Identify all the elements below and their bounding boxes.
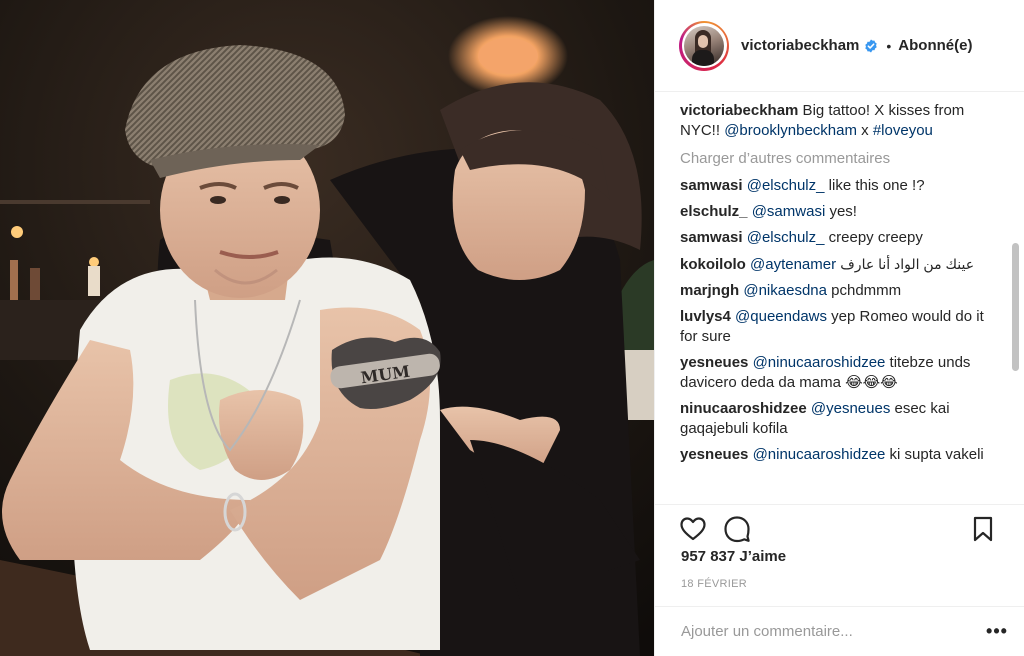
avatar[interactable] (679, 20, 729, 71)
comment-text: pchdmmm (826, 282, 902, 299)
post-actions-bar (655, 504, 1024, 550)
post-header: victoriabeckham • Abonné(e) (655, 0, 1024, 92)
more-options-button[interactable]: ••• (975, 610, 1019, 654)
comment-mention[interactable]: @queendaws (735, 308, 827, 325)
comment-username[interactable]: elschulz_ (680, 203, 748, 220)
comments-scrollbar[interactable] (1012, 243, 1019, 371)
header-username[interactable]: victoriabeckham (741, 37, 859, 54)
comment-username[interactable]: marjngh (680, 282, 739, 299)
post-date[interactable]: 18 FÉVRIER (681, 578, 747, 590)
heart-icon (680, 517, 706, 541)
comment-username[interactable]: luvlys4 (680, 308, 731, 325)
comment-username[interactable]: samwasi (680, 229, 743, 246)
comment-text: ki supta vakeli (885, 446, 984, 463)
comment-item: samwasi @elschulz_ creepy creepy (680, 228, 989, 248)
comment-item: samwasi @elschulz_ like this one !? (680, 176, 989, 196)
comment-username[interactable]: ninucaaroshidzee (680, 400, 807, 417)
comment-mention[interactable]: @aytenamer (750, 256, 836, 273)
post-caption: victoriabeckham Big tattoo! X kisses fro… (680, 101, 989, 141)
header-separator: • (886, 37, 892, 54)
comment-mention[interactable]: @elschulz_ (747, 177, 825, 194)
bookmark-icon (973, 516, 993, 542)
comment-mention[interactable]: @samwasi (752, 203, 826, 220)
post-photo[interactable]: MUM (0, 0, 654, 656)
comment-input[interactable] (681, 623, 975, 640)
comment-text: like this one !? (824, 177, 925, 194)
caption-mention[interactable]: @brooklynbeckham (724, 122, 857, 139)
comment-item: kokoilolo @aytenamer عينك من الواد أنا ع… (680, 254, 989, 275)
comment-username[interactable]: yesneues (680, 446, 748, 463)
comment-item: yesneues @ninucaaroshidzee titebze unds … (680, 353, 989, 393)
comment-item: yesneues @ninucaaroshidzee ki supta vake… (680, 445, 989, 465)
likes-count[interactable]: 957 837 J’aime (681, 548, 786, 565)
comment-username[interactable]: yesneues (680, 354, 748, 371)
avatar-image (684, 25, 724, 66)
comment-item: luvlys4 @queendaws yep Romeo would do it… (680, 307, 989, 347)
comment-mention[interactable]: @elschulz_ (747, 229, 825, 246)
caption-username[interactable]: victoriabeckham (680, 102, 798, 119)
comment-username[interactable]: kokoilolo (680, 256, 746, 273)
verified-badge-icon (864, 39, 878, 53)
comment-mention[interactable]: @ninucaaroshidzee (753, 354, 886, 371)
comment-mention[interactable]: @nikaesdna (743, 282, 827, 299)
like-button[interactable] (679, 515, 707, 543)
comment-item: ninucaaroshidzee @yesneues esec kai gaqa… (680, 399, 989, 439)
post-details-panel: victoriabeckham • Abonné(e) victoriabeck… (654, 0, 1024, 656)
comment-text: عينك من الواد أنا عارف (840, 256, 975, 272)
comment-username[interactable]: samwasi (680, 177, 743, 194)
comment-mention[interactable]: @ninucaaroshidzee (753, 446, 886, 463)
comment-item: marjngh @nikaesdna pchdmmm (680, 281, 989, 301)
speech-bubble-icon (724, 516, 750, 543)
add-comment-bar: ••• (655, 606, 1024, 656)
comment-text: yes! (825, 203, 857, 220)
comments-list[interactable]: victoriabeckham Big tattoo! X kisses fro… (655, 93, 1024, 503)
follow-status-button[interactable]: Abonné(e) (898, 37, 972, 54)
load-more-comments-button[interactable]: Charger d’autres commentaires (680, 149, 989, 169)
comment-item: elschulz_ @samwasi yes! (680, 202, 989, 222)
comment-text: creepy creepy (824, 229, 923, 246)
comment-mention[interactable]: @yesneues (811, 400, 890, 417)
caption-text-2: x (856, 122, 873, 139)
comment-button[interactable] (723, 515, 751, 543)
caption-hashtag[interactable]: #loveyou (873, 122, 933, 139)
photo-illustration: MUM (0, 0, 654, 656)
save-button[interactable] (969, 515, 997, 543)
